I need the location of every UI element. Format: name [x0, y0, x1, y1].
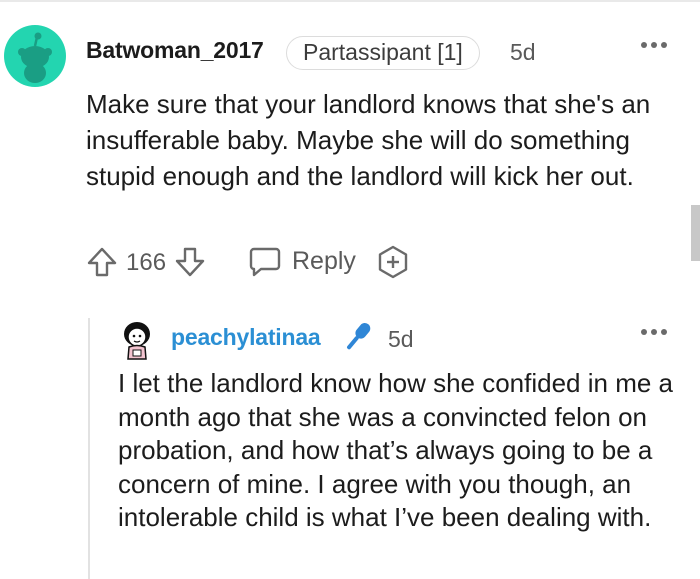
downvote-icon[interactable]	[174, 246, 206, 278]
more-options-icon[interactable]	[640, 40, 668, 50]
scrollbar-thumb[interactable]	[691, 205, 700, 261]
reply-body: I let the landlord know how she confided…	[118, 368, 674, 532]
microphone-icon	[347, 323, 371, 350]
comment-username[interactable]: Batwoman_2017	[86, 37, 264, 64]
reply-button[interactable]: Reply	[292, 247, 356, 276]
top-divider	[0, 0, 700, 2]
upvote-icon[interactable]	[86, 246, 118, 278]
reply-timestamp: 5d	[388, 326, 414, 352]
reply-username[interactable]: peachylatinaa	[171, 324, 321, 351]
award-icon[interactable]	[376, 245, 410, 279]
avatar[interactable]	[4, 25, 66, 87]
comment-body: Make sure that your landlord knows that …	[86, 89, 651, 191]
thread-line[interactable]	[88, 318, 90, 579]
user-flair: Partassipant [1]	[286, 36, 480, 70]
reply-bubble-icon[interactable]	[248, 246, 282, 278]
avatar[interactable]	[120, 320, 154, 360]
comment-timestamp: 5d	[510, 39, 536, 65]
more-options-icon[interactable]	[640, 327, 668, 337]
vote-score: 166	[126, 249, 167, 276]
